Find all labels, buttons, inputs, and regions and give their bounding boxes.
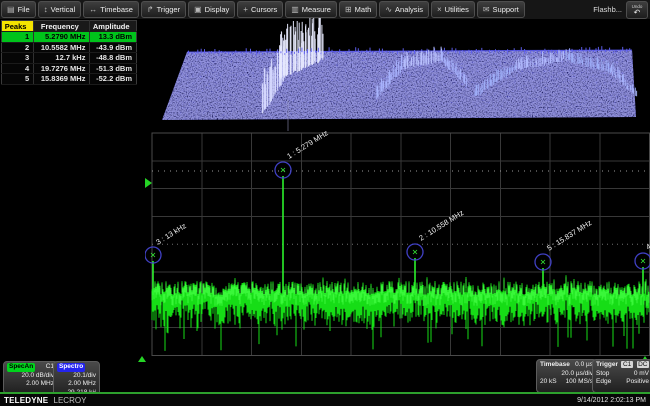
peaks-table-header: Peaks Frequency Amplitude [2,21,137,32]
trigger-source-chip: C1 [621,361,632,368]
peak-amplitude: 13.3 dBm [90,32,137,43]
brand: TELEDYNE LECROY [4,396,86,405]
brand-teledyne: TELEDYNE [4,396,48,405]
spectrogram-3d-display [150,18,650,132]
menu-label: Math [355,5,372,14]
menu-label: Utilities [445,5,469,14]
measure-icon: ▥ [291,6,299,14]
oscilloscope-app: ▤File↕Vertical↔Timebase↱Trigger▣Display+… [0,0,650,406]
spectro-tab: Spectro [57,363,85,372]
peak-frequency: 19.7276 MHz [34,63,90,74]
menu-label: Analysis [395,5,423,14]
peak-row-2[interactable]: 210.5582 MHz-43.9 dBm [2,42,137,53]
specan-tab: SpecAn [7,363,35,372]
menu-label: File [18,5,30,14]
menubar: ▤File↕Vertical↔Timebase↱Trigger▣Display+… [0,0,650,20]
menu-label: Cursors [251,5,277,14]
trigger-box[interactable]: Trigger C1 DC Stop 0 mV Edge Positive [592,359,650,393]
menu-button-vertical[interactable]: ↕Vertical [38,1,82,18]
peak-num: 1 [2,32,34,43]
peak-annotation-2: 2 : 10.558 MHz [417,208,465,243]
timebase-label: Timebase [540,361,570,370]
timebase-box[interactable]: Timebase 0.0 µs 20.0 µs/div 20 kS 100 MS… [536,359,597,393]
menu-label: Measure [302,5,331,14]
timebase-rate: 100 MS/s [566,378,593,387]
peak-frequency: 5.2790 MHz [34,32,90,43]
spectro-scale: 20.1/div [57,372,96,381]
menu-label: Support [493,5,519,14]
trigger-chips: C1 DC [619,361,649,370]
peak-amplitude: -48.8 dBm [90,53,137,64]
menu-label: Trigger [157,5,180,14]
trigger-type: Edge [596,378,611,387]
peaks-header-cell: Peaks [2,21,34,32]
trigger-slope: Positive [626,378,649,387]
peak-num: 5 [2,74,34,85]
peak-row-3[interactable]: 312.7 kHz-48.8 dBm [2,53,137,64]
file-icon: ▤ [7,6,15,14]
trigger-mode: Stop [596,370,609,379]
peak-annotation-1: 1 : 5.279 MHz [285,130,330,161]
menu-label: Display [205,5,230,14]
trigger-level: 0 mV [634,370,649,379]
menu-button-file[interactable]: ▤File [1,1,36,18]
peak-amplitude: -51.3 dBm [90,63,137,74]
support-icon: ✉ [483,6,490,14]
menu-button-utilities[interactable]: ×Utilities [431,1,475,18]
peak-frequency: 15.8369 MHz [34,74,90,85]
peak-row-5[interactable]: 515.8369 MHz-52.2 dBm [2,74,137,85]
specan-descriptor-box[interactable]: SpecAn C1 20.0 dB/div 2.00 MHz [3,361,58,394]
undo-button[interactable]: Undo ↶ [626,1,648,19]
menu-button-display[interactable]: ▣Display [188,1,235,18]
peaks-table: Peaks Frequency Amplitude 15.2790 MHz13.… [1,20,137,85]
menu-button-measure[interactable]: ▥Measure [285,1,337,18]
left-marker-icon [138,356,146,362]
peak-frequency: 12.7 kHz [34,53,90,64]
trigger-label: Trigger [596,361,618,370]
vertical-icon: ↕ [44,6,48,14]
peak-num: 2 [2,42,34,53]
menu-button-trigger[interactable]: ↱Trigger [141,1,186,18]
brand-lecroy: LECROY [54,396,87,405]
menu-label: Timebase [100,5,133,14]
menubar-right: Flashb... Undo ↶ [593,1,650,19]
footer-bar: TELEDYNE LECROY 9/14/2012 2:02:13 PM [0,394,650,406]
timebase-samples: 20 kS [540,378,557,387]
peak-amplitude: -43.9 dBm [90,42,137,53]
spectrum-display: 1 : 5.279 MHz 2 : 10.558 MHz 3 : 13 kHz 5 :… [145,130,650,360]
menu-button-analysis[interactable]: ∿Analysis [379,1,429,18]
datetime-label: 9/14/2012 2:02:13 PM [577,397,646,404]
cursors-icon: + [243,6,248,14]
timebase-scale: 20.0 µs/div [540,370,593,379]
display-icon: ▣ [194,6,202,14]
menu-label: Vertical [51,5,76,14]
timebase-icon: ↔ [89,6,97,14]
flashback-label: Flashb... [593,5,622,14]
peak-row-4[interactable]: 419.7276 MHz-51.3 dBm [2,63,137,74]
specan-span: 2.00 MHz [7,380,54,389]
menu-button-cursors[interactable]: +Cursors [237,1,283,18]
math-icon: ⊞ [345,6,352,14]
peak-amplitude: -52.2 dBm [90,74,137,85]
peak-row-1[interactable]: 15.2790 MHz13.3 dBm [2,32,137,43]
menu-button-math[interactable]: ⊞Math [339,1,377,18]
trigger-coupling-chip: DC [637,361,649,368]
peak-annotation-3: 3 : 13 kHz [154,221,188,247]
frequency-header-cell: Frequency [34,21,90,32]
peak-annotation-5: 5 : 15.837 MHz [545,218,593,253]
peak-frequency: 10.5582 MHz [34,42,90,53]
timebase-offset: 0.0 µs [575,361,593,370]
peak-num: 3 [2,53,34,64]
amplitude-header-cell: Amplitude [90,21,137,32]
specan-scale: 20.0 dB/div [7,372,54,381]
menu-button-support[interactable]: ✉Support [477,1,525,18]
spectro-span: 2.00 MHz [57,380,96,389]
utilities-icon: × [437,6,442,14]
peak-num: 4 [2,63,34,74]
menu-button-timebase[interactable]: ↔Timebase [83,1,139,18]
analysis-icon: ∿ [385,6,392,14]
menu-items: ▤File↕Vertical↔Timebase↱Trigger▣Display+… [0,1,525,18]
undo-icon: ↶ [634,9,641,16]
trigger-icon: ↱ [147,6,154,14]
